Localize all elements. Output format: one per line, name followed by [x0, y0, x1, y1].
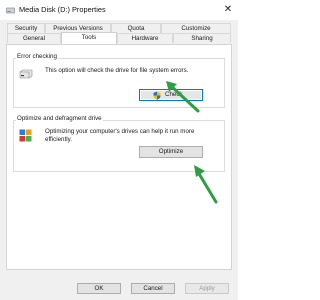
title-bar: Media Disk (D:) Properties ✕	[0, 0, 238, 20]
tab-customize[interactable]: Customize	[161, 23, 231, 33]
cancel-button-label: Cancel	[143, 285, 163, 292]
optimize-button[interactable]: Optimize	[139, 146, 203, 158]
tab-tools[interactable]: Tools	[61, 32, 117, 44]
error-checking-description: This option will check the drive for fil…	[45, 67, 189, 74]
cancel-button[interactable]: Cancel	[131, 283, 175, 294]
arrow-annotation-icon	[194, 165, 218, 204]
arrow-annotation-icon	[166, 81, 200, 113]
close-button[interactable]: ✕	[221, 3, 235, 17]
drive-icon	[6, 7, 15, 14]
ok-button[interactable]: OK	[77, 283, 121, 294]
optimize-title: Optimize and defragment drive	[16, 115, 103, 122]
tab-security[interactable]: Security	[7, 23, 45, 33]
tab-general[interactable]: General	[7, 33, 61, 43]
window-title: Media Disk (D:) Properties	[19, 5, 106, 14]
close-icon: ✕	[223, 4, 233, 15]
tab-sharing[interactable]: Sharing	[173, 33, 231, 43]
optimize-description: Optimizing your computer's drives can he…	[45, 128, 195, 143]
optimize-button-label: Optimize	[158, 148, 184, 155]
ok-button-label: OK	[94, 285, 104, 292]
hard-drive-icon	[19, 69, 33, 79]
error-checking-title: Error checking	[16, 53, 58, 60]
tab-hardware[interactable]: Hardware	[117, 33, 173, 43]
tab-quota[interactable]: Quota	[111, 23, 161, 33]
apply-button-label: Apply	[199, 285, 215, 292]
properties-dialog: Media Disk (D:) Properties ✕ Security Pr…	[0, 0, 238, 300]
apply-button[interactable]: Apply	[185, 283, 229, 294]
defragment-icon	[19, 129, 32, 142]
